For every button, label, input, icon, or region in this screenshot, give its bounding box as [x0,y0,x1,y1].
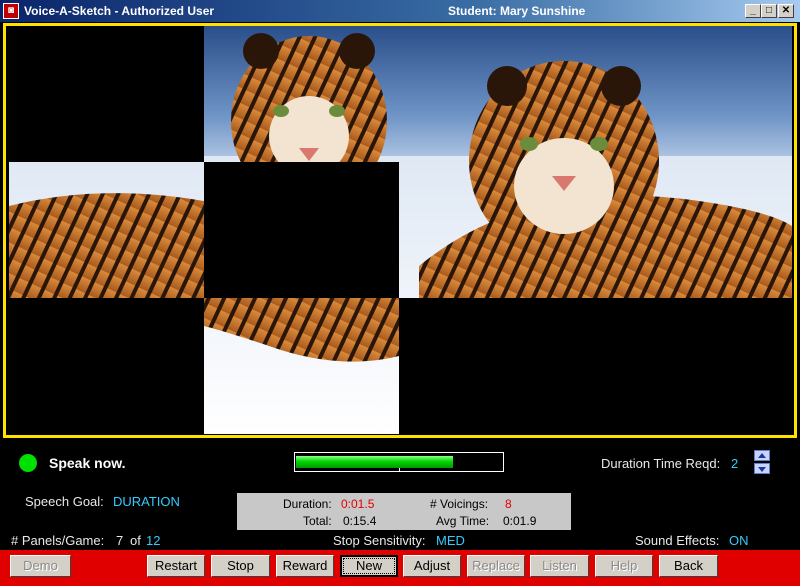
voice-indicator-light [19,454,37,472]
stats-box: Duration: 0:01.5 # Voicings: 8 Total: 0:… [237,493,571,530]
back-button[interactable]: Back [659,555,718,577]
chevron-down-icon [758,467,766,472]
avg-time-label: Avg Time: [436,514,490,528]
voice-level-meter [294,452,504,472]
adjust-button[interactable]: Adjust [403,555,461,577]
total-label: Total: [303,514,332,528]
sound-effects-value[interactable]: ON [729,533,749,548]
maximize-button[interactable]: □ [761,4,777,18]
meter-tick [399,468,400,472]
duration-label: Duration: [283,497,332,511]
button-toolbar: Demo Restart Stop Reward New Adjust Repl… [0,550,800,586]
duration-spinner[interactable] [754,450,770,474]
duration-value: 0:01.5 [341,497,375,511]
stop-button[interactable]: Stop [211,555,270,577]
panels-of: of [130,533,141,548]
window-title: Voice-A-Sketch - Authorized User [24,4,215,18]
spinner-down-button[interactable] [754,463,770,474]
voicings-label: # Voicings: [430,497,489,511]
spinner-up-button[interactable] [754,450,770,461]
duration-time-value: 2 [731,456,739,471]
chevron-up-icon [758,453,766,458]
help-button[interactable]: Help [595,555,653,577]
picture-stage [3,23,797,438]
tiger-picture [9,26,792,434]
listen-button[interactable]: Listen [530,555,589,577]
voicings-value: 8 [505,497,512,511]
new-button[interactable]: New [340,555,398,577]
demo-button[interactable]: Demo [10,555,71,577]
duration-time-label: Duration Time Reqd: [601,456,721,471]
reward-button[interactable]: Reward [276,555,334,577]
stop-sensitivity-label: Stop Sensitivity: [333,533,426,548]
stop-sensitivity-value[interactable]: MED [436,533,465,548]
avg-time-value: 0:01.9 [503,514,537,528]
minimize-button[interactable]: _ [745,4,761,18]
speech-goal-value[interactable]: DURATION [113,494,180,509]
sound-effects-label: Sound Effects: [635,533,720,548]
speech-goal-label: Speech Goal: [25,494,104,509]
app-icon[interactable]: ◙ [3,3,19,19]
picture-tiles [9,26,792,434]
panels-label: # Panels/Game: [11,533,105,548]
control-panel: Speak now. Duration Time Reqd: 2 Speech … [0,438,800,550]
restart-button[interactable]: Restart [147,555,205,577]
title-bar: ◙ Voice-A-Sketch - Authorized User Stude… [0,0,800,22]
replace-button[interactable]: Replace [467,555,525,577]
voice-level-fill [296,456,453,468]
total-value: 0:15.4 [343,514,377,528]
close-button[interactable]: ✕ [778,4,794,18]
speak-prompt: Speak now. [49,455,126,471]
panels-total[interactable]: 12 [146,533,160,548]
student-name: Student: Mary Sunshine [448,4,586,18]
panels-current: 7 [116,533,124,548]
